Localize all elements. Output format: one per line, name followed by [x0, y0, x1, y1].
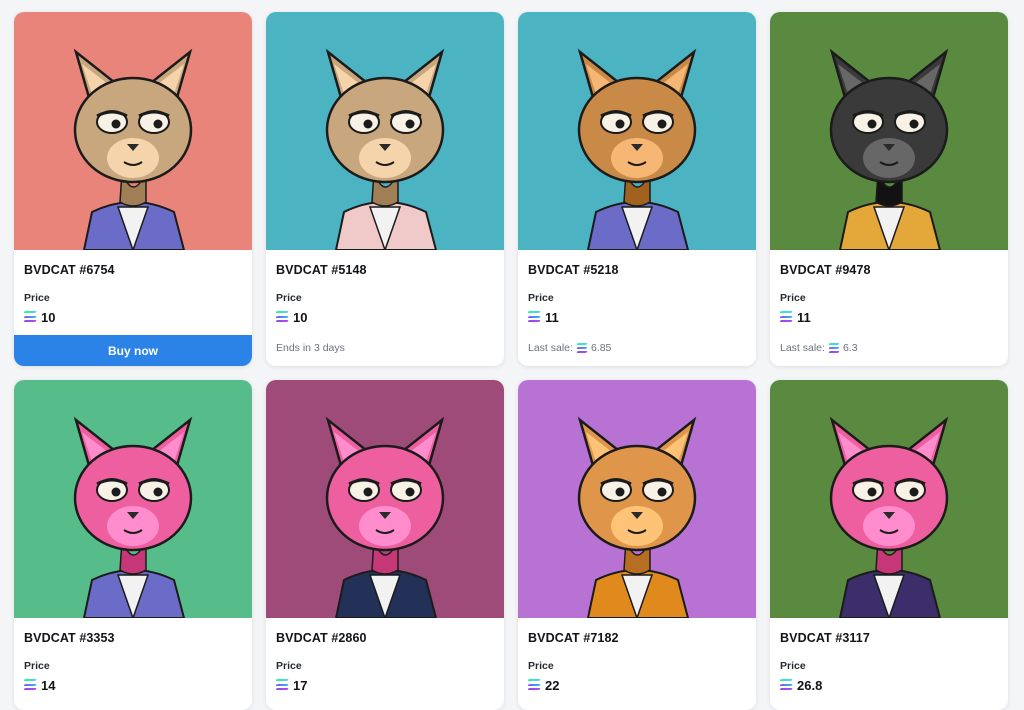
- nft-name: BVDCAT #3353: [24, 631, 115, 645]
- cat-illustration: [829, 416, 949, 618]
- price-label: Price: [24, 292, 50, 304]
- nft-card[interactable]: BVDCAT #7182 Price 22: [518, 380, 756, 710]
- nft-grid: BVDCAT #6754 Price 10 Buy now BVDCAT #51…: [14, 12, 1008, 710]
- price-value: 22: [545, 677, 560, 693]
- price-label: Price: [24, 660, 50, 672]
- nft-card[interactable]: BVDCAT #5218 Price 11 Last sale: 6.85: [518, 12, 756, 366]
- solana-icon: [828, 343, 840, 353]
- nft-name: BVDCAT #9478: [780, 263, 871, 277]
- price: 11: [527, 309, 746, 325]
- nft-image[interactable]: [518, 12, 756, 250]
- price-label: Price: [780, 660, 806, 672]
- buy-now-button[interactable]: Buy now: [14, 335, 252, 366]
- nft-card[interactable]: BVDCAT #6754 Price 10 Buy now: [14, 12, 252, 366]
- nft-image[interactable]: [770, 380, 1008, 618]
- last-sale: Last sale: 6.3: [780, 342, 858, 354]
- price: 17: [275, 677, 494, 693]
- nft-card[interactable]: BVDCAT #3117 Price 26.8: [770, 380, 1008, 710]
- price: 22: [527, 677, 746, 693]
- nft-image[interactable]: [518, 380, 756, 618]
- solana-icon: [275, 311, 289, 323]
- nft-card[interactable]: BVDCAT #5148 Price 10 Ends in 3 days: [266, 12, 504, 366]
- cat-illustration: [73, 416, 193, 618]
- solana-icon: [527, 679, 541, 691]
- cat-illustration: [325, 416, 445, 618]
- nft-image[interactable]: [14, 380, 252, 618]
- price-label: Price: [528, 292, 554, 304]
- last-sale-value: 6.85: [590, 342, 612, 354]
- cat-illustration: [577, 48, 697, 250]
- price-value: 26.8: [797, 677, 823, 693]
- nft-name: BVDCAT #2860: [276, 631, 367, 645]
- cat-illustration: [829, 48, 949, 250]
- price-value: 10: [41, 309, 56, 325]
- price-value: 11: [797, 309, 811, 325]
- nft-image[interactable]: [770, 12, 1008, 250]
- solana-icon: [275, 679, 289, 691]
- nft-image[interactable]: [266, 380, 504, 618]
- auction-status: Ends in 3 days: [276, 342, 345, 354]
- nft-name: BVDCAT #3117: [780, 631, 870, 645]
- last-sale-value: 6.3: [842, 342, 858, 354]
- solana-icon: [779, 311, 793, 323]
- price: 26.8: [779, 677, 998, 693]
- nft-card[interactable]: BVDCAT #2860 Price 17: [266, 380, 504, 710]
- price-label: Price: [276, 660, 302, 672]
- cat-illustration: [73, 48, 193, 250]
- cat-illustration: [577, 416, 697, 618]
- solana-icon: [23, 679, 37, 691]
- last-sale-label: Last sale:: [780, 342, 825, 354]
- cat-illustration: [325, 48, 445, 250]
- last-sale-label: Last sale:: [528, 342, 573, 354]
- nft-name: BVDCAT #5148: [276, 263, 367, 277]
- nft-name: BVDCAT #7182: [528, 631, 619, 645]
- nft-card[interactable]: BVDCAT #9478 Price 11 Last sale: 6.3: [770, 12, 1008, 366]
- nft-image[interactable]: [14, 12, 252, 250]
- price-value: 17: [293, 677, 308, 693]
- nft-name: BVDCAT #6754: [24, 263, 115, 277]
- last-sale: Last sale: 6.85: [528, 342, 611, 354]
- price: 10: [275, 309, 494, 325]
- price-label: Price: [780, 292, 806, 304]
- price-value: 11: [545, 309, 559, 325]
- price-value: 10: [293, 309, 308, 325]
- solana-icon: [779, 679, 793, 691]
- auction-ends-text: Ends in 3 days: [276, 342, 345, 354]
- price: 11: [779, 309, 998, 325]
- price-label: Price: [276, 292, 302, 304]
- nft-card[interactable]: BVDCAT #3353 Price 14: [14, 380, 252, 710]
- price: 14: [23, 677, 242, 693]
- price-label: Price: [528, 660, 554, 672]
- nft-image[interactable]: [266, 12, 504, 250]
- solana-icon: [576, 343, 588, 353]
- solana-icon: [527, 311, 541, 323]
- price-value: 14: [41, 677, 56, 693]
- price: 10: [23, 309, 242, 325]
- nft-name: BVDCAT #5218: [528, 263, 619, 277]
- solana-icon: [23, 311, 37, 323]
